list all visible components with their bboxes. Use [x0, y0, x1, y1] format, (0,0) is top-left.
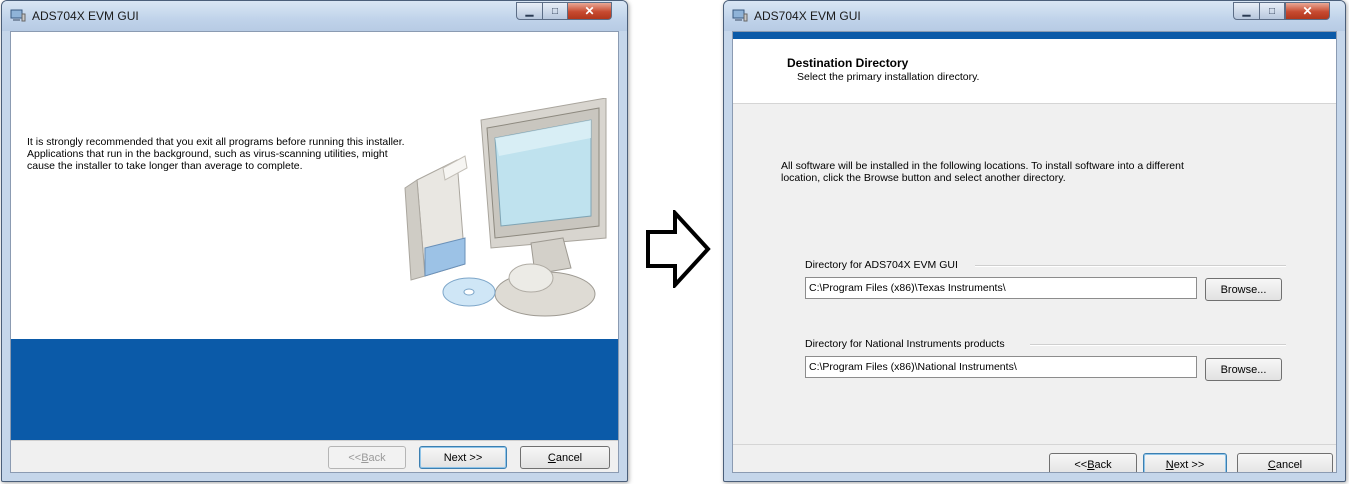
cancel-button[interactable]: Cancel [1237, 453, 1333, 472]
button-bar: << Back Next >> Cancel [11, 440, 618, 472]
browse-label: Browse... [1220, 363, 1267, 376]
cancel-accel: C [1267, 458, 1276, 471]
next-accel: N [1165, 458, 1174, 471]
right-arrow-icon [646, 210, 711, 288]
title-bar[interactable]: ADS704X EVM GUI ▁ □ ✕ [724, 1, 1345, 31]
intro-text: It is strongly recommended that you exit… [27, 136, 405, 172]
back-prefix: << [1074, 458, 1088, 471]
minimize-icon[interactable]: ▁ [1233, 2, 1260, 20]
window-client-area: Destination Directory Select the primary… [732, 31, 1337, 473]
close-icon[interactable]: ✕ [567, 2, 612, 20]
window-title: ADS704X EVM GUI [754, 9, 861, 23]
header-title: Destination Directory [787, 56, 909, 70]
cancel-button[interactable]: Cancel [520, 446, 610, 469]
maximize-icon[interactable]: □ [542, 2, 568, 20]
back-button[interactable]: << Back [1049, 453, 1137, 472]
next-label: Next >> [443, 451, 483, 464]
back-label: ack [1094, 458, 1112, 471]
installer-window-destination: ADS704X EVM GUI ▁ □ ✕ Destination Direct… [723, 0, 1346, 482]
header-panel: Destination Directory Select the primary… [733, 39, 1336, 104]
cancel-label: ancel [1275, 458, 1303, 471]
back-button[interactable]: << Back [328, 446, 406, 469]
button-separator [733, 444, 1336, 445]
group-label: Directory for ADS704X EVM GUI [805, 259, 958, 271]
app-icon [732, 9, 748, 22]
browse-label: Browse... [1220, 283, 1267, 296]
close-icon[interactable]: ✕ [1285, 2, 1330, 20]
group-divider [975, 265, 1286, 267]
back-prefix: << [348, 451, 362, 464]
window-client-area: It is strongly recommended that you exit… [10, 31, 619, 473]
directory-field[interactable]: C:\Program Files (x86)\Texas Instruments… [805, 277, 1197, 299]
browse-button[interactable]: Browse... [1205, 278, 1282, 301]
next-button[interactable]: Next >> [1143, 453, 1227, 472]
app-icon [10, 9, 26, 22]
next-label: ext >> [1173, 458, 1205, 471]
maximize-icon[interactable]: □ [1259, 2, 1285, 20]
info-text: All software will be installed in the fo… [781, 160, 1184, 184]
cancel-label: ancel [555, 451, 583, 464]
back-accel: B [1087, 458, 1095, 471]
group-label: Directory for National Instruments produ… [805, 338, 1005, 350]
cancel-accel: C [547, 451, 556, 464]
header-subtitle: Select the primary installation director… [797, 71, 980, 83]
banner-strip [733, 32, 1336, 39]
title-bar[interactable]: ADS704X EVM GUI ▁ □ ✕ [2, 1, 627, 31]
directory-field[interactable]: C:\Program Files (x86)\National Instrume… [805, 356, 1197, 378]
installer-window-welcome: ADS704X EVM GUI ▁ □ ✕ It is strongly rec… [1, 0, 628, 482]
back-accel: B [361, 451, 369, 464]
computer-illustration-icon [404, 98, 607, 317]
banner-band [11, 339, 618, 440]
next-button[interactable]: Next >> [419, 446, 507, 469]
minimize-icon[interactable]: ▁ [516, 2, 543, 20]
back-label: ack [368, 451, 386, 464]
welcome-panel: It is strongly recommended that you exit… [11, 32, 618, 339]
browse-button[interactable]: Browse... [1205, 358, 1282, 381]
group-divider [1030, 344, 1286, 346]
window-title: ADS704X EVM GUI [32, 9, 139, 23]
